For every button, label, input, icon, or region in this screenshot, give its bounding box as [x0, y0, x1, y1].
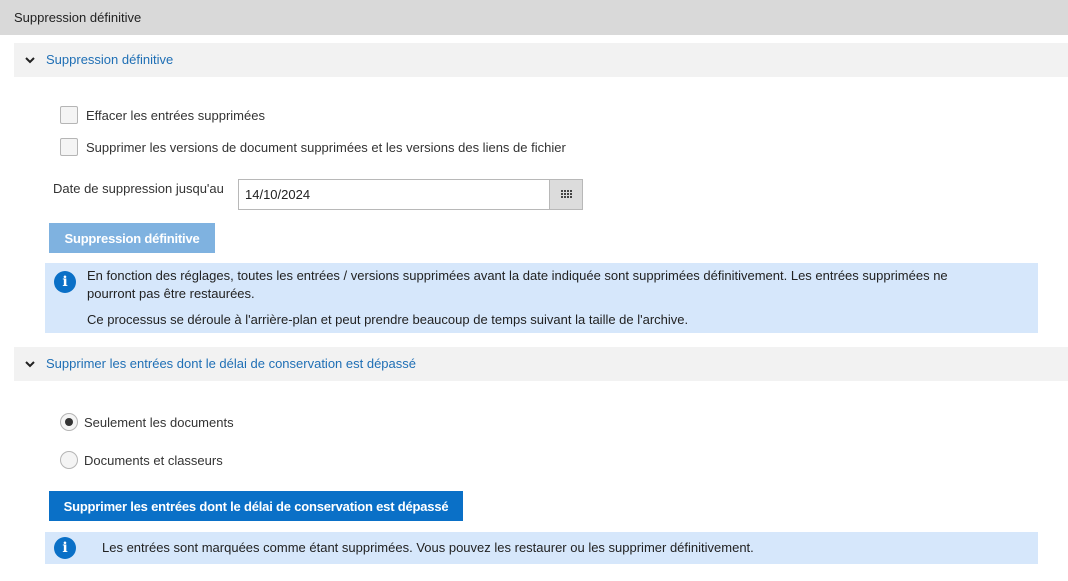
- erase-deleted-checkbox[interactable]: [60, 106, 78, 124]
- page-title: Suppression définitive: [14, 10, 142, 25]
- info-box-permanent-deletion: i En fonction des réglages, toutes les e…: [45, 263, 1038, 333]
- documents-and-folders-radio[interactable]: [60, 451, 78, 469]
- page-title-bar: Suppression définitive: [0, 0, 1068, 35]
- calendar-icon: [561, 190, 572, 198]
- radio-label[interactable]: Documents et classeurs: [84, 453, 223, 468]
- calendar-button[interactable]: [549, 179, 583, 210]
- info-icon: i: [54, 537, 76, 559]
- info-box-retention: i Les entrées sont marquées comme étant …: [45, 532, 1038, 564]
- checkbox-label[interactable]: Supprimer les versions de document suppr…: [86, 140, 566, 155]
- info-icon: i: [54, 271, 76, 293]
- info-text-line: Les entrées sont marquées comme étant su…: [102, 540, 754, 555]
- permanent-deletion-button[interactable]: Suppression définitive: [49, 223, 215, 253]
- date-label: Date de suppression jusqu'au: [53, 181, 224, 196]
- info-text-line: pourront pas être restaurées.: [87, 286, 255, 301]
- radio-row-documents-and-folders[interactable]: Documents et classeurs: [60, 451, 280, 471]
- section-header-permanent-deletion[interactable]: Suppression définitive: [14, 43, 1068, 77]
- section-header-label[interactable]: Supprimer les entrées dont le délai de c…: [46, 356, 416, 371]
- delete-versions-checkbox[interactable]: [60, 138, 78, 156]
- section-header-label[interactable]: Suppression définitive: [46, 52, 173, 67]
- info-text-line: Ce processus se déroule à l'arrière-plan…: [87, 312, 689, 327]
- checkbox-label[interactable]: Effacer les entrées supprimées: [86, 108, 265, 123]
- checkbox-row-delete-versions[interactable]: Supprimer les versions de document suppr…: [60, 138, 660, 158]
- deletion-date-input[interactable]: [238, 179, 550, 210]
- delete-expired-entries-button[interactable]: Supprimer les entrées dont le délai de c…: [49, 491, 463, 521]
- radio-row-documents-only[interactable]: Seulement les documents: [60, 413, 280, 433]
- chevron-down-icon[interactable]: [24, 358, 36, 370]
- checkbox-row-erase-deleted[interactable]: Effacer les entrées supprimées: [60, 106, 360, 126]
- documents-only-radio[interactable]: [60, 413, 78, 431]
- chevron-down-icon[interactable]: [24, 54, 36, 66]
- radio-label[interactable]: Seulement les documents: [84, 415, 234, 430]
- section-header-retention-expired[interactable]: Supprimer les entrées dont le délai de c…: [14, 347, 1068, 381]
- info-text-line: En fonction des réglages, toutes les ent…: [87, 268, 948, 283]
